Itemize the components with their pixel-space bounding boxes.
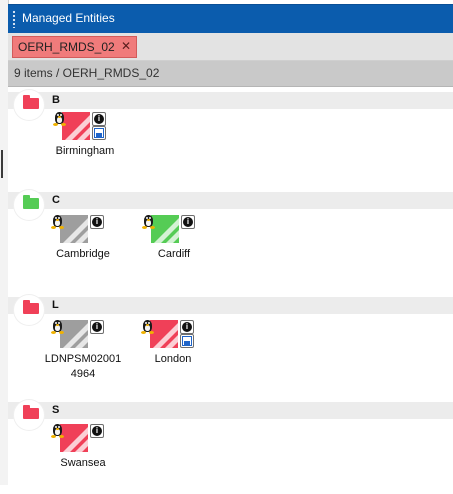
tab-oerh-rmds-02[interactable]: OERH_RMDS_02 ✕: [12, 36, 137, 58]
entity-name: Cardiff: [157, 248, 191, 260]
group-header: [8, 92, 453, 109]
group-header: [8, 297, 453, 314]
folder-badge: [14, 90, 44, 120]
linux-icon: [141, 318, 155, 336]
entity-swansea[interactable]: i Swansea: [40, 424, 126, 494]
drag-grip-icon[interactable]: [12, 10, 16, 28]
info-icon[interactable]: i: [90, 320, 104, 334]
managed-entities-window: Managed Entities OERH_RMDS_02 ✕ 9 items …: [0, 0, 453, 485]
tab-label: OERH_RMDS_02: [18, 40, 115, 54]
entity-birmingham[interactable]: i Birmingham: [42, 112, 128, 182]
status-bar: 9 items / OERH_RMDS_02: [8, 61, 453, 87]
linux-icon: [51, 422, 65, 440]
folder-icon: [23, 95, 39, 109]
folder-icon: [23, 405, 39, 419]
info-icon[interactable]: i: [90, 424, 104, 438]
tab-bar: OERH_RMDS_02 ✕: [8, 33, 453, 61]
entity-london[interactable]: i London: [130, 320, 216, 390]
entity-cardiff[interactable]: i Cardiff: [131, 215, 217, 285]
group-letter: L: [52, 299, 59, 311]
save-icon: [180, 334, 194, 348]
entities-list: B i Birmingham C i Cambridge i Cardiff L…: [8, 87, 453, 485]
entity-name: LDNPSM02001 4964: [44, 353, 122, 380]
entity-ldnpsm020014964[interactable]: i LDNPSM02001 4964: [40, 320, 126, 390]
entity-name: London: [154, 353, 192, 365]
entity-name: Cambridge: [56, 248, 110, 260]
group-header: [8, 402, 453, 419]
group-letter: B: [52, 94, 60, 106]
linux-icon: [51, 213, 65, 231]
folder-icon: [23, 195, 39, 209]
info-icon[interactable]: i: [180, 320, 194, 334]
folder-icon: [23, 300, 39, 314]
linux-icon: [51, 318, 65, 336]
entity-cambridge[interactable]: i Cambridge: [40, 215, 126, 285]
splitter-handle[interactable]: [1, 150, 3, 178]
info-icon[interactable]: i: [181, 215, 195, 229]
panel-header: Managed Entities: [8, 4, 453, 33]
info-icon[interactable]: i: [92, 112, 106, 126]
group-header: [8, 192, 453, 209]
items-breadcrumb: 9 items / OERH_RMDS_02: [14, 66, 160, 80]
linux-icon: [53, 110, 67, 128]
close-tab-icon[interactable]: ✕: [121, 39, 131, 53]
panel-title: Managed Entities: [22, 11, 115, 25]
entity-name: Birmingham: [55, 145, 115, 157]
info-icon[interactable]: i: [90, 215, 104, 229]
group-letter: C: [52, 194, 60, 206]
entity-name: Swansea: [60, 457, 106, 469]
group-letter: S: [52, 404, 60, 416]
linux-icon: [142, 213, 156, 231]
save-icon: [92, 126, 106, 140]
